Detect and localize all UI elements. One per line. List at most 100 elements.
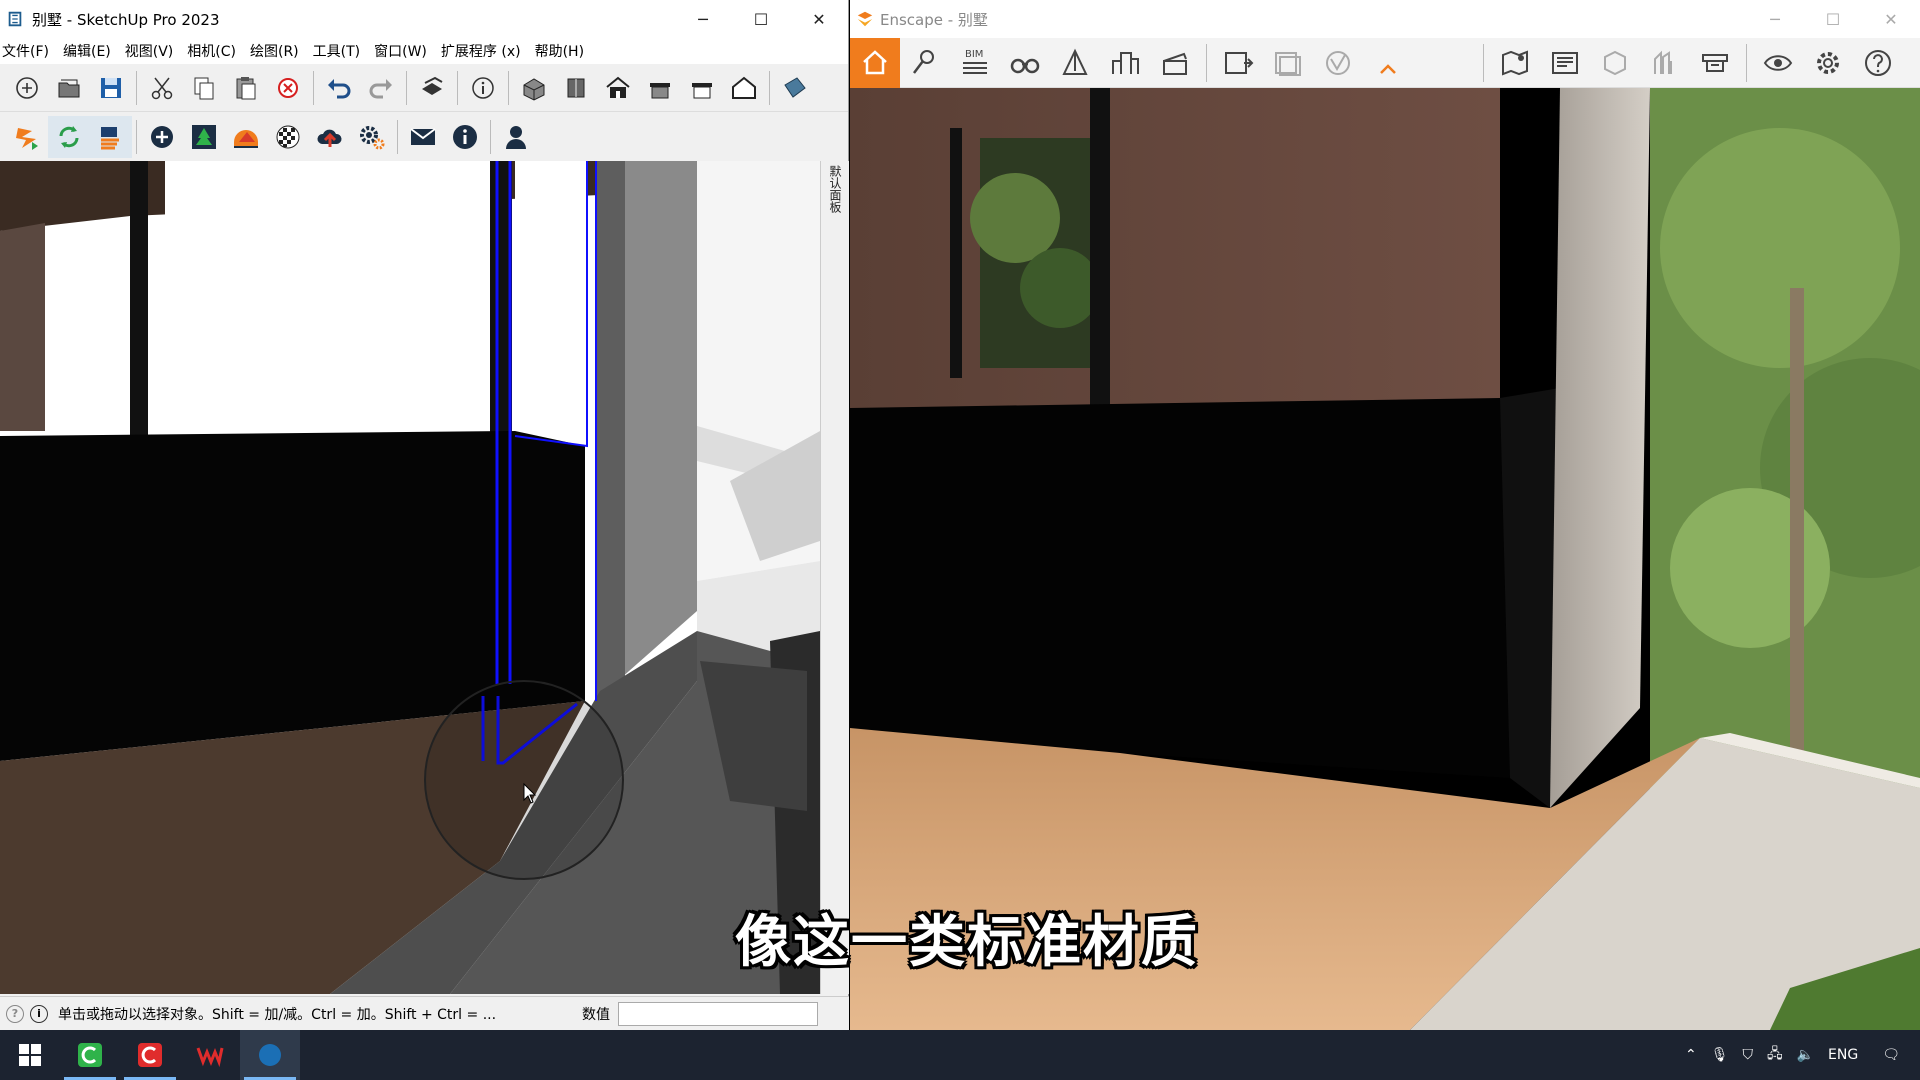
menu-camera[interactable]: 相机(C) — [187, 41, 244, 61]
default-tray-tab[interactable]: 默认面板 — [820, 161, 849, 994]
menu-edit[interactable]: 编辑(E) — [63, 41, 119, 61]
views-icon[interactable] — [900, 38, 950, 88]
view-management-icon[interactable] — [1050, 38, 1100, 88]
account-icon[interactable] — [495, 116, 537, 158]
feedback-icon[interactable] — [402, 116, 444, 158]
asset-library-icon[interactable] — [183, 116, 225, 158]
svg-text:BIM: BIM — [965, 49, 983, 60]
collapse-icon[interactable] — [1363, 38, 1413, 88]
window-title: Enscape - 别墅 — [880, 10, 988, 29]
network-icon[interactable]: 🖧 — [1767, 1043, 1783, 1067]
map-icon[interactable] — [1490, 38, 1540, 88]
start-icon[interactable] — [0, 1030, 60, 1080]
menu-extensions[interactable]: 扩展程序 (x) — [441, 41, 529, 61]
maximize-button[interactable]: ☐ — [1804, 0, 1862, 38]
live-update-icon[interactable] — [48, 115, 90, 158]
open-icon[interactable] — [48, 67, 90, 109]
windows-taskbar: ⌃ 🎙 ⛉ 🖧 🔈 ENG 🗨 — [0, 1030, 1920, 1080]
bim-icon[interactable]: BIM — [950, 38, 1000, 88]
instructor-icon[interactable]: i — [30, 1004, 48, 1023]
microphone-icon[interactable]: 🎙 — [1711, 1047, 1729, 1063]
undo-icon[interactable] — [318, 67, 360, 109]
minimize-button[interactable]: ─ — [1746, 0, 1804, 38]
paste-icon[interactable] — [225, 67, 267, 109]
front-view-icon[interactable] — [597, 67, 639, 109]
iso-view-icon[interactable] — [513, 67, 555, 109]
enscape-main-toolbar: BIM — [850, 37, 1920, 88]
language-indicator[interactable]: ENG — [1828, 1047, 1858, 1063]
volume-icon[interactable]: 🔈 — [1797, 1047, 1814, 1063]
wps-icon[interactable] — [180, 1030, 240, 1080]
help-icon[interactable] — [1853, 38, 1903, 88]
add-asset-icon[interactable] — [141, 116, 183, 158]
save-icon[interactable] — [90, 67, 132, 109]
close-button[interactable]: ✕ — [790, 0, 848, 38]
site-context-icon[interactable] — [1100, 38, 1150, 88]
home-icon[interactable] — [850, 37, 900, 88]
status-bar: ? i 单击或拖动以选择对象。Shift = 加/减。Ctrl = 加。Shif… — [0, 996, 849, 1030]
video-subtitle: 像这一类标准材质 — [735, 910, 1199, 975]
info-panel-icon[interactable] — [1540, 38, 1590, 88]
menu-file[interactable]: 文件(F) — [2, 41, 57, 61]
minimize-button[interactable]: ─ — [674, 0, 732, 38]
upload-icon[interactable] — [309, 116, 351, 158]
camtasia-icon[interactable] — [60, 1030, 120, 1080]
render-icon[interactable] — [1213, 38, 1263, 88]
notification-icon[interactable]: 🗨 — [1882, 1047, 1900, 1063]
model-info-icon[interactable] — [462, 67, 504, 109]
settings-icon[interactable] — [351, 116, 393, 158]
model-scene — [0, 161, 820, 994]
menu-help[interactable]: 帮助(H) — [535, 41, 592, 61]
section-icon[interactable] — [1590, 38, 1640, 88]
geo-location-icon[interactable]: ? — [6, 1004, 24, 1023]
chevron-up-icon[interactable]: ⌃ — [1685, 1047, 1697, 1063]
sketchup-viewport[interactable] — [0, 161, 820, 994]
new-icon[interactable] — [6, 67, 48, 109]
settings-icon[interactable] — [1803, 38, 1853, 88]
web-standalone-icon[interactable] — [1313, 38, 1363, 88]
menu-bar: 文件(F) 编辑(E) 视图(V) 相机(C) 绘图(R) 工具(T) 窗口(W… — [0, 38, 848, 64]
sketchup-titlebar: 别墅 - SketchUp Pro 2023 ─ ☐ ✕ — [0, 0, 848, 38]
status-text: 单击或拖动以选择对象。Shift = 加/减。Ctrl = 加。Shift + … — [58, 1006, 497, 1023]
measurements-input[interactable] — [618, 1001, 818, 1026]
window-title: 别墅 - SketchUp Pro 2023 — [32, 10, 220, 29]
shield-icon[interactable]: ⛉ — [1742, 1047, 1753, 1063]
people-icon[interactable] — [1640, 38, 1690, 88]
camtasia-recorder-icon[interactable] — [120, 1030, 180, 1080]
redo-icon[interactable] — [360, 67, 402, 109]
sketchup-icon[interactable] — [240, 1030, 300, 1080]
binoculars-icon[interactable] — [1000, 38, 1050, 88]
menu-tools[interactable]: 工具(T) — [313, 41, 368, 61]
visual-settings-icon[interactable] — [225, 116, 267, 158]
visibility-icon[interactable] — [1753, 38, 1803, 88]
left-view-icon[interactable] — [723, 67, 765, 109]
standard-toolbar — [0, 64, 848, 112]
asset-icon[interactable] — [1690, 38, 1740, 88]
enscape-titlebar: Enscape - 别墅 ─ ☐ ✕ — [850, 0, 1920, 38]
video-editor-icon[interactable] — [1150, 38, 1200, 88]
print-icon[interactable] — [411, 67, 453, 109]
enscape-window: Enscape - 别墅 ─ ☐ ✕ BIM — [850, 0, 1920, 1030]
erase-icon[interactable] — [267, 67, 309, 109]
sync-views-icon[interactable] — [90, 115, 132, 158]
material-editor-icon[interactable] — [267, 116, 309, 158]
maximize-button[interactable]: ☐ — [732, 0, 790, 38]
batch-render-icon[interactable] — [1263, 38, 1313, 88]
render-scene — [850, 88, 1920, 1030]
default-tray-label: 默认面板 — [828, 165, 842, 213]
back-view-icon[interactable] — [681, 67, 723, 109]
about-icon[interactable] — [444, 116, 486, 158]
right-view-icon[interactable] — [639, 67, 681, 109]
top-view-icon[interactable] — [555, 67, 597, 109]
menu-view[interactable]: 视图(V) — [125, 41, 182, 61]
enscape-start-icon[interactable] — [6, 116, 48, 158]
menu-draw[interactable]: 绘图(R) — [250, 41, 307, 61]
cut-icon[interactable] — [141, 67, 183, 109]
enscape-render-viewport[interactable] — [850, 88, 1920, 1030]
menu-window[interactable]: 窗口(W) — [374, 41, 435, 61]
copy-icon[interactable] — [183, 67, 225, 109]
enscape-logo-icon — [857, 11, 873, 27]
close-button[interactable]: ✕ — [1862, 0, 1920, 38]
sketchup-logo-icon — [8, 11, 22, 27]
warehouse-icon[interactable] — [774, 67, 816, 109]
